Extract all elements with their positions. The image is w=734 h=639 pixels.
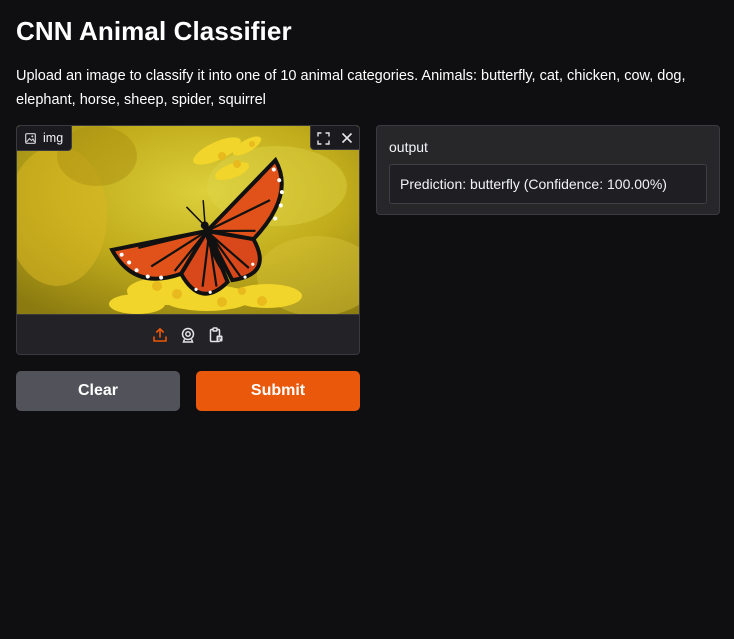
image-label: img xyxy=(43,131,64,145)
image-toolbar xyxy=(310,126,359,150)
image-label-badge: img xyxy=(17,126,73,151)
app-page: CNN Animal Classifier Upload an image to… xyxy=(0,0,734,639)
page-title: CNN Animal Classifier xyxy=(16,16,292,46)
close-icon[interactable] xyxy=(335,126,359,150)
output-panel: output Prediction: butterfly (Confidence… xyxy=(376,125,720,215)
submit-button[interactable]: Submit xyxy=(196,371,360,411)
image-source-bar xyxy=(17,314,359,354)
clear-button[interactable]: Clear xyxy=(16,371,180,411)
uploaded-image[interactable] xyxy=(17,126,359,314)
output-textbox[interactable]: Prediction: butterfly (Confidence: 100.0… xyxy=(389,164,707,204)
webcam-icon[interactable] xyxy=(179,326,197,344)
output-label: output xyxy=(389,139,428,155)
image-icon xyxy=(25,132,36,144)
clipboard-icon[interactable] xyxy=(207,326,225,344)
image-input-panel: img xyxy=(16,125,360,355)
upload-icon[interactable] xyxy=(151,326,169,344)
butterfly-photo xyxy=(17,126,359,314)
fullscreen-icon[interactable] xyxy=(311,126,335,150)
page-description: Upload an image to classify it into one … xyxy=(16,68,686,108)
